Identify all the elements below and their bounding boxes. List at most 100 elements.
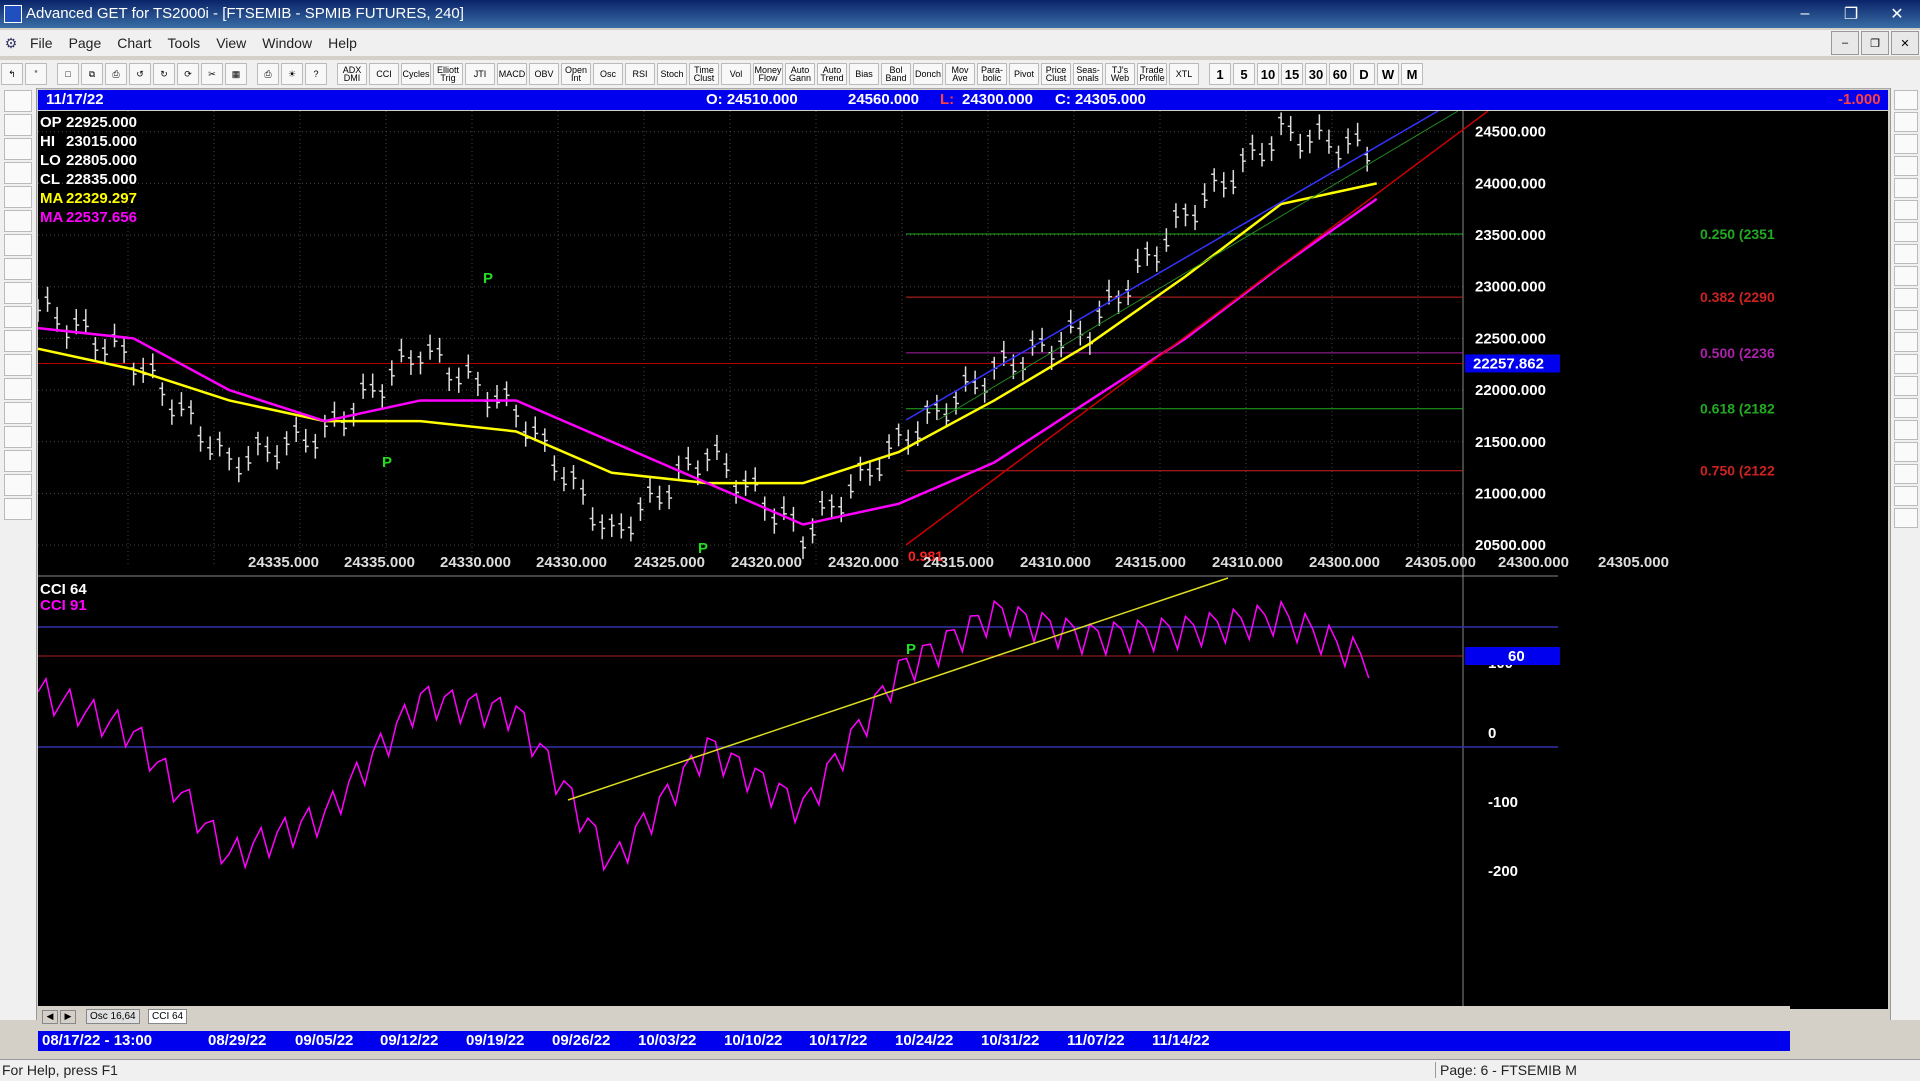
price-chart[interactable]: 24500.000 24000.000 23500.000 23000.000 2250… <box>38 111 1888 1009</box>
channel-icon[interactable] <box>1894 332 1918 352</box>
timeframe-m-button[interactable]: M <box>1401 63 1423 85</box>
close-icon[interactable] <box>1894 90 1918 110</box>
toolbar-open-int-button[interactable]: Open Int <box>561 63 591 85</box>
back-icon[interactable]: ↺ <box>129 63 151 85</box>
toolbar-bol-band-button[interactable]: Bol Band <box>881 63 911 85</box>
toolbar-trade-profile-button[interactable]: Trade Profile <box>1137 63 1167 85</box>
grid-icon[interactable] <box>1894 376 1918 396</box>
mdi-restore-button[interactable]: ❐ <box>1861 31 1889 55</box>
paint-icon[interactable] <box>1894 442 1918 462</box>
tool-mob-button[interactable] <box>1894 398 1918 418</box>
toolbar-seas-onals-button[interactable]: Seas-onals <box>1073 63 1103 85</box>
tab-osc[interactable]: Osc 16,64 <box>86 1009 140 1024</box>
copy-icon[interactable]: ⧉ <box>81 63 103 85</box>
toolbar-auto-gann-button[interactable]: Auto Gann <box>785 63 815 85</box>
toolbar-auto-trend-button[interactable]: Auto Trend <box>817 63 847 85</box>
toolbar-stoch-button[interactable]: Stoch <box>657 63 687 85</box>
zoom-icon[interactable] <box>1894 420 1918 440</box>
toolbar-macd-button[interactable]: MACD <box>497 63 527 85</box>
toolbar-adx-dmi-button[interactable]: ADX DMI <box>337 63 367 85</box>
toolbar-xtl-button[interactable]: XTL <box>1169 63 1199 85</box>
timeframe-d-button[interactable]: D <box>1353 63 1375 85</box>
tab-scroll-right-icon[interactable]: ▶ <box>60 1010 76 1024</box>
fan-icon[interactable] <box>1894 266 1918 286</box>
timeframe-5-button[interactable]: 5 <box>1233 63 1255 85</box>
toolbar-pivot-button[interactable]: Pivot <box>1009 63 1039 85</box>
tool-pti-button[interactable] <box>1894 354 1918 374</box>
toolbar-money-flow-button[interactable]: Money Flow <box>753 63 783 85</box>
crosshair-icon[interactable] <box>4 474 32 496</box>
refresh-icon[interactable]: ⟳ <box>177 63 199 85</box>
grid-icon[interactable]: ▦ <box>225 63 247 85</box>
forward-icon[interactable]: ↻ <box>153 63 175 85</box>
cut-icon[interactable]: ✂ <box>201 63 223 85</box>
mdi-close-button[interactable]: ✕ <box>1891 31 1919 55</box>
save-icon[interactable] <box>4 498 32 520</box>
list-icon[interactable] <box>1894 464 1918 484</box>
tool-fib-ext-button[interactable] <box>1894 178 1918 198</box>
menu-page[interactable]: Page <box>61 35 110 51</box>
pencil-icon[interactable] <box>1894 112 1918 132</box>
toolbar-price-clust-button[interactable]: Price Clust <box>1041 63 1071 85</box>
magnet-icon[interactable] <box>1894 508 1918 528</box>
tool-fib-ret-button[interactable] <box>1894 156 1918 176</box>
toolbar-tj-s-web-button[interactable]: TJ's Web <box>1105 63 1135 85</box>
wave-icon[interactable] <box>1894 310 1918 330</box>
toolbar-obv-button[interactable]: OBV <box>529 63 559 85</box>
minimize-button[interactable]: – <box>1782 0 1828 28</box>
mdi-minimize-button[interactable]: – <box>1831 31 1859 55</box>
toolbar-bias-button[interactable]: Bias <box>849 63 879 85</box>
close-button[interactable]: ✕ <box>1874 0 1920 28</box>
down-arrow-icon[interactable] <box>4 234 32 256</box>
printer-icon[interactable] <box>4 90 32 112</box>
tool-grid-button[interactable] <box>4 378 32 400</box>
toolbar-mov-ave-button[interactable]: Mov Ave <box>945 63 975 85</box>
tool-reset-button[interactable] <box>4 138 32 160</box>
toolbar-donch-button[interactable]: Donch <box>913 63 943 85</box>
up-arrow-icon[interactable] <box>4 210 32 232</box>
bulb-icon[interactable]: ☀ <box>281 63 303 85</box>
help-icon[interactable]: ? <box>305 63 327 85</box>
timeframe-60-button[interactable]: 60 <box>1329 63 1351 85</box>
tab-scroll-left-icon[interactable]: ◀ <box>42 1010 58 1024</box>
left-arrow-icon[interactable] <box>4 258 32 280</box>
printer-icon[interactable]: ⎙ <box>257 63 279 85</box>
menu-help[interactable]: Help <box>320 35 365 51</box>
print-icon[interactable]: ⎙ <box>105 63 127 85</box>
table-icon[interactable] <box>1894 486 1918 506</box>
menu-view[interactable]: View <box>208 35 254 51</box>
timeframe-30-button[interactable]: 30 <box>1305 63 1327 85</box>
tool-gann-button[interactable] <box>4 426 32 448</box>
timeframe-10-button[interactable]: 10 <box>1257 63 1279 85</box>
chart-icon[interactable] <box>4 114 32 136</box>
menu-file[interactable]: File <box>22 35 61 51</box>
toolbar-osc-button[interactable]: Osc <box>593 63 623 85</box>
tool-expand-button[interactable] <box>4 330 32 352</box>
toolbar-para-bolic-button[interactable]: Para-bolic <box>977 63 1007 85</box>
quote-icon[interactable]: ” <box>25 63 47 85</box>
toolbar-cci-button[interactable]: CCI <box>369 63 399 85</box>
tool-fib-button[interactable] <box>4 450 32 472</box>
toolbar-rsi-button[interactable]: RSI <box>625 63 655 85</box>
pencil-icon[interactable] <box>1894 134 1918 154</box>
pointer-icon[interactable]: ↰ <box>1 63 23 85</box>
menu-tools[interactable]: Tools <box>160 35 209 51</box>
timeframe-1-button[interactable]: 1 <box>1209 63 1231 85</box>
tool-lines-button[interactable] <box>4 402 32 424</box>
timeframe-w-button[interactable]: W <box>1377 63 1399 85</box>
toolbar-vol-button[interactable]: Vol <box>721 63 751 85</box>
tab-cci[interactable]: CCI 64 <box>148 1009 188 1024</box>
new-page-icon[interactable]: □ <box>57 63 79 85</box>
chart-area[interactable]: 24500.000 24000.000 23500.000 23000.000 2250… <box>38 111 1888 1009</box>
tool-study-button[interactable] <box>4 162 32 184</box>
circle-icon[interactable] <box>1894 222 1918 242</box>
menu-window[interactable]: Window <box>254 35 320 51</box>
tool-elliott-button[interactable] <box>4 186 32 208</box>
menu-chart[interactable]: Chart <box>109 35 159 51</box>
tool-fib-time-button[interactable] <box>1894 200 1918 220</box>
toolbar-jti-button[interactable]: JTI <box>465 63 495 85</box>
toolbar-elliott-trig-button[interactable]: Elliott Trig <box>433 63 463 85</box>
toolbar-time-clust-button[interactable]: Time Clust <box>689 63 719 85</box>
toolbar-cycles-button[interactable]: Cycles <box>401 63 431 85</box>
timeframe-15-button[interactable]: 15 <box>1281 63 1303 85</box>
